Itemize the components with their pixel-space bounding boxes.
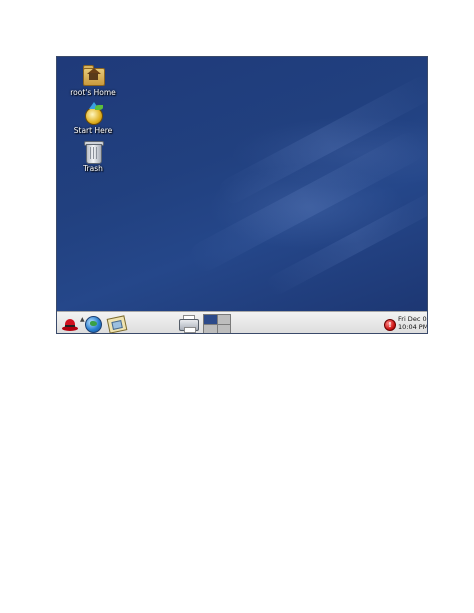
desktop-icon-trash[interactable]: Trash — [57, 139, 129, 173]
home-folder-icon — [80, 63, 106, 87]
desktop-screen: root's Home Start Here Trash ▲ ! Fri Dec… — [56, 56, 428, 334]
web-browser-globe-icon — [85, 316, 102, 333]
email-client-launcher[interactable] — [106, 315, 128, 333]
desktop-icon-label: Start Here — [73, 126, 113, 135]
desktop-icon-start-here[interactable]: Start Here — [57, 101, 129, 135]
desktop-icon-label: Trash — [83, 164, 103, 173]
clock-date: Fri Dec 07 — [398, 315, 428, 323]
desktop-icon-home[interactable]: root's Home — [57, 63, 129, 97]
workspace-switcher — [203, 314, 231, 333]
email-client-icon — [106, 315, 128, 333]
start-here-icon — [80, 101, 106, 125]
workspace-2[interactable] — [217, 315, 230, 324]
workspace-1[interactable] — [204, 315, 217, 324]
workspace-4[interactable] — [217, 324, 230, 333]
red-hat-main-menu-icon — [62, 318, 78, 331]
printer-manager-launcher[interactable] — [179, 315, 199, 333]
web-browser-launcher[interactable] — [84, 315, 102, 333]
printer-output-icon — [184, 327, 196, 333]
main-menu-button[interactable]: ▲ — [61, 315, 85, 332]
trash-icon — [80, 139, 106, 164]
desktop-icon-label: root's Home — [70, 88, 116, 97]
update-alert-icon[interactable]: ! — [384, 319, 396, 331]
workspace-3[interactable] — [204, 324, 217, 333]
clock-time: 10:04 PM — [398, 323, 428, 331]
panel-clock[interactable]: Fri Dec 07 10:04 PM — [398, 315, 428, 331]
desktop-background[interactable]: root's Home Start Here Trash — [57, 57, 427, 311]
bottom-panel: ▲ ! Fri Dec 07 10:04 PM — [57, 311, 428, 333]
